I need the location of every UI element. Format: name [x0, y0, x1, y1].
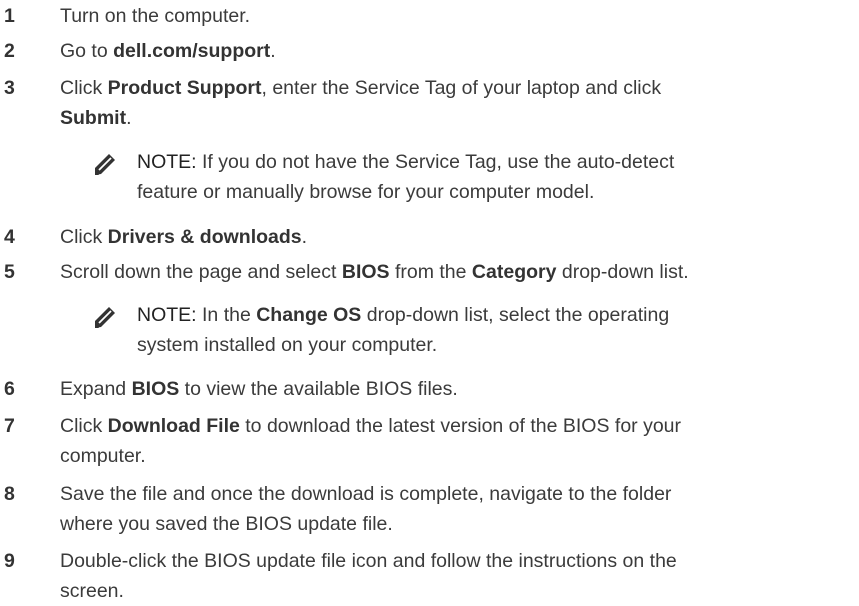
note-label: NOTE: [137, 304, 197, 326]
step-number: 9 [4, 550, 15, 572]
note-text: NOTE: If you do not have the Service Tag… [137, 151, 675, 203]
step-number: 4 [4, 226, 15, 248]
step-text: Click Product Support, enter the Service… [60, 77, 662, 129]
support-url: dell.com/support [113, 40, 271, 62]
note-pencil-icon [95, 307, 115, 328]
step-text: Turn on the computer. [60, 5, 251, 27]
step-text: Expand BIOS to view the available BIOS f… [60, 378, 458, 400]
step-number: 1 [4, 5, 15, 27]
step-number: 2 [4, 40, 15, 62]
step-number: 5 [4, 261, 15, 283]
note-label: NOTE: [137, 151, 197, 173]
bios-label: BIOS [131, 378, 180, 400]
step-text: Go to dell.com/support. [60, 40, 276, 62]
step-text: Double-click the BIOS update file icon a… [60, 550, 677, 602]
drivers-downloads-label: Drivers & downloads [107, 226, 302, 248]
submit-label: Submit [60, 107, 127, 129]
step-number: 6 [4, 378, 15, 400]
note-pencil-icon [95, 154, 115, 175]
change-os-label: Change OS [256, 304, 362, 326]
step-number: 7 [4, 415, 15, 437]
step-text: Save the file and once the download is c… [60, 483, 672, 535]
note-text: NOTE: In the Change OS drop-down list, s… [137, 304, 670, 356]
step-text: Click Drivers & downloads. [60, 226, 308, 248]
step-text: Click Download File to download the late… [60, 415, 682, 467]
category-label: Category [471, 261, 557, 283]
bios-label: BIOS [341, 261, 390, 283]
download-file-label: Download File [107, 415, 240, 437]
bios-update-instructions: 1 Turn on the computer. 2 Go to dell.com… [0, 0, 859, 602]
step-text: Scroll down the page and select BIOS fro… [60, 261, 689, 283]
product-support-label: Product Support [107, 77, 262, 99]
step-number: 8 [4, 483, 15, 505]
step-number: 3 [4, 77, 15, 99]
